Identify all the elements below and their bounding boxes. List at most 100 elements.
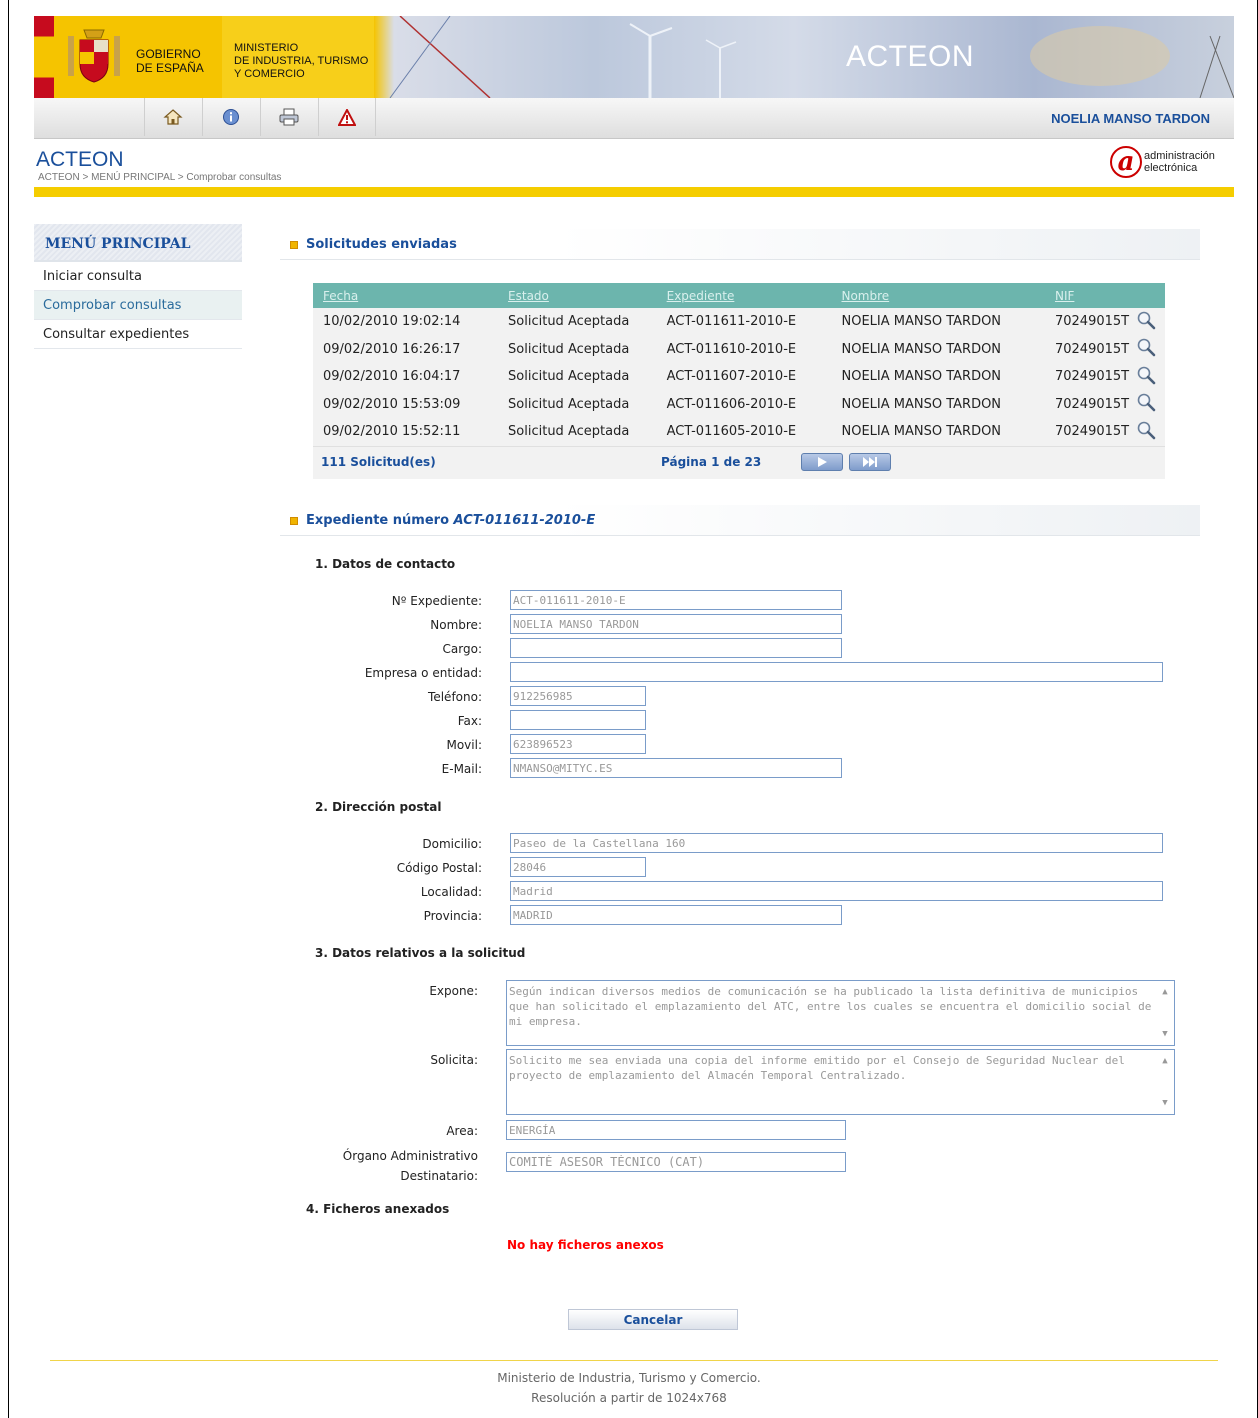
solicitudes-table: Fecha Estado Expediente Nombre NIF 10/02… — [313, 283, 1165, 446]
home-icon — [163, 109, 183, 125]
cell-nif: 70249015T — [1054, 424, 1130, 440]
table-row[interactable]: 10/02/2010 19:02:14 Solicitud Aceptada ACT… — [313, 308, 1165, 336]
magnifier-icon — [1138, 311, 1156, 330]
cell-expediente: ACT-011605-2010-E — [666, 424, 797, 440]
nombre-field[interactable] — [510, 614, 842, 634]
cell-estado: Solicitud Aceptada — [508, 341, 630, 357]
provincia-field[interactable] — [510, 905, 842, 925]
sidebar-item-comprobar-consultas[interactable]: Comprobar consultas — [34, 291, 242, 320]
label-expone: Expone: — [429, 984, 478, 998]
cell-nombre: NOELIA MANSO TARDON — [841, 369, 1002, 385]
scroll-up-icon[interactable]: ▲ — [1158, 985, 1172, 999]
scroll-down-icon[interactable]: ▼ — [1158, 1096, 1172, 1110]
column-header-nombre[interactable]: Nombre — [831, 283, 1045, 308]
warning-button[interactable] — [318, 98, 376, 136]
table-row[interactable]: 09/02/2010 16:26:17 Solicitud Aceptada ACT… — [313, 336, 1165, 364]
solicitudes-heading: Solicitudes enviadas — [280, 229, 1200, 260]
column-header-actions — [1136, 283, 1165, 308]
table-header-row: Fecha Estado Expediente Nombre NIF — [313, 283, 1165, 308]
last-page-button[interactable] — [849, 453, 891, 471]
codigo-postal-field[interactable] — [510, 857, 646, 877]
num-expediente-field[interactable] — [510, 590, 842, 610]
cell-nombre: NOELIA MANSO TARDON — [841, 341, 1002, 357]
view-detail-button[interactable] — [1136, 363, 1165, 391]
bullet-icon — [290, 517, 298, 525]
telefono-field[interactable] — [510, 686, 646, 706]
column-header-expediente[interactable]: Expediente — [656, 283, 832, 308]
view-detail-button[interactable] — [1136, 418, 1165, 446]
cell-estado: Solicitud Aceptada — [508, 396, 630, 412]
page-frame — [8, 0, 1258, 1418]
scroll-up-icon[interactable]: ▲ — [1158, 1054, 1172, 1068]
empresa-field[interactable] — [510, 662, 1163, 682]
banner-title: ACTEON — [846, 40, 975, 73]
cancel-button[interactable]: Cancelar — [568, 1309, 738, 1330]
domicilio-field[interactable] — [510, 833, 1163, 853]
breadcrumb: ACTEON > MENÚ PRINCIPAL > Comprobar cons… — [38, 172, 282, 183]
play-icon — [818, 457, 827, 467]
column-header-estado[interactable]: Estado — [498, 283, 657, 308]
expediente-heading-prefix: Expediente número — [306, 513, 449, 528]
sidebar-item-iniciar-consulta[interactable]: Iniciar consulta — [34, 262, 242, 291]
label-localidad: Localidad: — [420, 885, 482, 899]
cell-expediente: ACT-011611-2010-E — [666, 314, 797, 330]
label-codigo-postal: Código Postal: — [396, 861, 482, 875]
email-field[interactable] — [510, 758, 842, 778]
magnifier-icon — [1138, 393, 1156, 412]
sidebar-item-consultar-expedientes[interactable]: Consultar expedientes — [34, 320, 242, 349]
cell-nif: 70249015T — [1054, 314, 1130, 330]
print-icon — [279, 108, 299, 126]
fax-field[interactable] — [510, 710, 646, 730]
expediente-heading-text: Expediente número ACT-011611-2010-E — [306, 513, 595, 528]
no-attachments-message: No hay ficheros anexos — [507, 1238, 664, 1252]
cell-fecha: 10/02/2010 19:02:14 — [323, 314, 461, 330]
flag-strip — [34, 16, 54, 98]
label-provincia: Provincia: — [423, 909, 482, 923]
footer-resolution: Resolución a partir de 1024x768 — [531, 1391, 727, 1405]
label-fax: Fax: — [457, 714, 482, 728]
info-icon — [223, 109, 239, 125]
label-organo: Órgano Administrativo Destinatario: — [278, 1146, 478, 1186]
print-button[interactable] — [260, 98, 317, 136]
cell-nombre: NOELIA MANSO TARDON — [841, 424, 1002, 440]
label-email: E-Mail: — [441, 762, 482, 776]
ministerio-text: MINISTERIO DE INDUSTRIA, TURISMO Y COMER… — [234, 42, 369, 80]
magnifier-icon — [1138, 338, 1156, 357]
cell-fecha: 09/02/2010 16:26:17 — [323, 341, 461, 357]
label-empresa: Empresa o entidad: — [364, 666, 482, 680]
label-movil: Movil: — [446, 738, 482, 752]
view-detail-button[interactable] — [1136, 308, 1165, 336]
gobierno-text: GOBIERNO DE ESPAÑA — [136, 47, 204, 75]
table-row[interactable]: 09/02/2010 15:52:11 Solicitud Aceptada ACT… — [313, 418, 1165, 446]
cell-expediente: ACT-011606-2010-E — [666, 396, 797, 412]
localidad-field[interactable] — [510, 881, 1163, 901]
next-page-button[interactable] — [801, 453, 843, 471]
label-area: Area: — [446, 1124, 478, 1138]
column-header-nif[interactable]: NIF — [1044, 283, 1137, 308]
view-detail-button[interactable] — [1136, 336, 1165, 364]
cell-estado: Solicitud Aceptada — [508, 424, 630, 440]
home-button[interactable] — [144, 98, 201, 136]
solicita-textarea[interactable]: Solicito me sea enviada una copia del in… — [506, 1049, 1175, 1115]
table-row[interactable]: 09/02/2010 15:53:09 Solicitud Aceptada ACT… — [313, 391, 1165, 419]
section-datos-contacto: 1. Datos de contacto — [315, 557, 456, 571]
admin-logo-line1: administración — [1144, 150, 1215, 162]
view-detail-button[interactable] — [1136, 391, 1165, 419]
cargo-field[interactable] — [510, 638, 842, 658]
label-num-expediente: Nº Expediente: — [391, 594, 482, 608]
cell-nif: 70249015T — [1054, 341, 1130, 357]
banner-decoration — [389, 16, 1234, 98]
sidebar: MENÚ PRINCIPAL Iniciar consulta Comproba… — [34, 224, 242, 349]
column-header-fecha[interactable]: Fecha — [313, 283, 499, 308]
area-field[interactable] — [506, 1120, 846, 1140]
admin-logo-text: administración electrónica — [1144, 150, 1215, 174]
movil-field[interactable] — [510, 734, 646, 754]
scroll-down-icon[interactable]: ▼ — [1158, 1027, 1172, 1041]
table-row[interactable]: 09/02/2010 16:04:17 Solicitud Aceptada ACT… — [313, 363, 1165, 391]
info-button[interactable] — [202, 98, 259, 136]
organo-field[interactable] — [506, 1152, 846, 1172]
admin-electronica-logo: a administración electrónica — [1110, 146, 1215, 178]
label-cargo: Cargo: — [442, 642, 482, 656]
fast-forward-icon — [863, 457, 877, 467]
expone-textarea[interactable]: Según indican diversos medios de comunic… — [506, 980, 1175, 1046]
